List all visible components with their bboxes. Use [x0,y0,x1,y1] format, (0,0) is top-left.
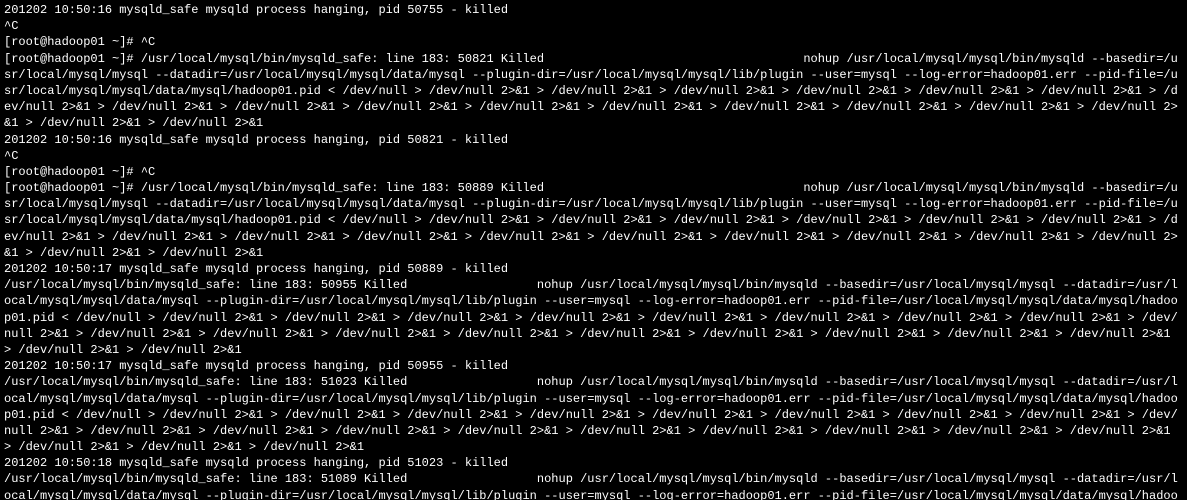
ctrl-c-line: ^C [4,18,1183,34]
kill-line: [root@hadoop01 ~]# /usr/local/mysql/bin/… [4,51,1183,132]
hang-line: 201202 10:50:16 mysqld_safe mysqld proce… [4,2,1183,18]
prompt-line: [root@hadoop01 ~]# ^C [4,34,1183,50]
kill-line: /usr/local/mysql/bin/mysqld_safe: line 1… [4,471,1183,500]
ctrl-c-line: ^C [4,148,1183,164]
terminal-output: 201202 10:50:16 mysqld_safe mysqld proce… [0,0,1187,500]
kill-line: /usr/local/mysql/bin/mysqld_safe: line 1… [4,277,1183,358]
hang-line: 201202 10:50:18 mysqld_safe mysqld proce… [4,455,1183,471]
kill-line: /usr/local/mysql/bin/mysqld_safe: line 1… [4,374,1183,455]
hang-line: 201202 10:50:17 mysqld_safe mysqld proce… [4,358,1183,374]
hang-line: 201202 10:50:16 mysqld_safe mysqld proce… [4,132,1183,148]
kill-line: [root@hadoop01 ~]# /usr/local/mysql/bin/… [4,180,1183,261]
prompt-line: [root@hadoop01 ~]# ^C [4,164,1183,180]
hang-line: 201202 10:50:17 mysqld_safe mysqld proce… [4,261,1183,277]
